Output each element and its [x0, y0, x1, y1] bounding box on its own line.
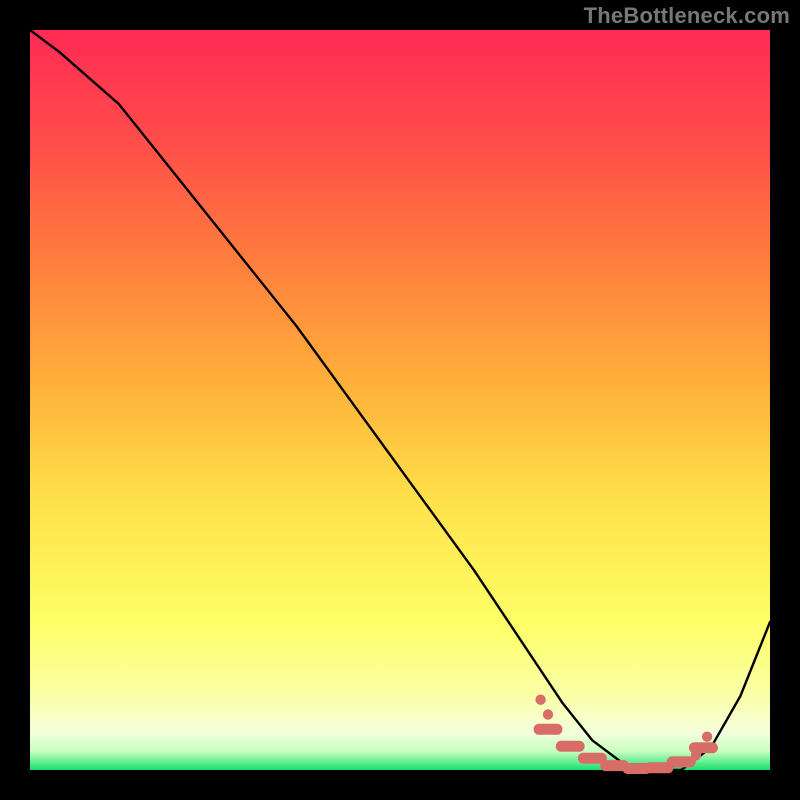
plot-area [30, 30, 770, 770]
optimal-marker [691, 750, 701, 760]
optimal-marker [543, 709, 553, 719]
optimal-marker [702, 732, 712, 742]
watermark-text: TheBottleneck.com [584, 3, 790, 29]
chart-svg [0, 0, 800, 800]
optimal-marker [535, 695, 545, 705]
chart-container: TheBottleneck.com [0, 0, 800, 800]
